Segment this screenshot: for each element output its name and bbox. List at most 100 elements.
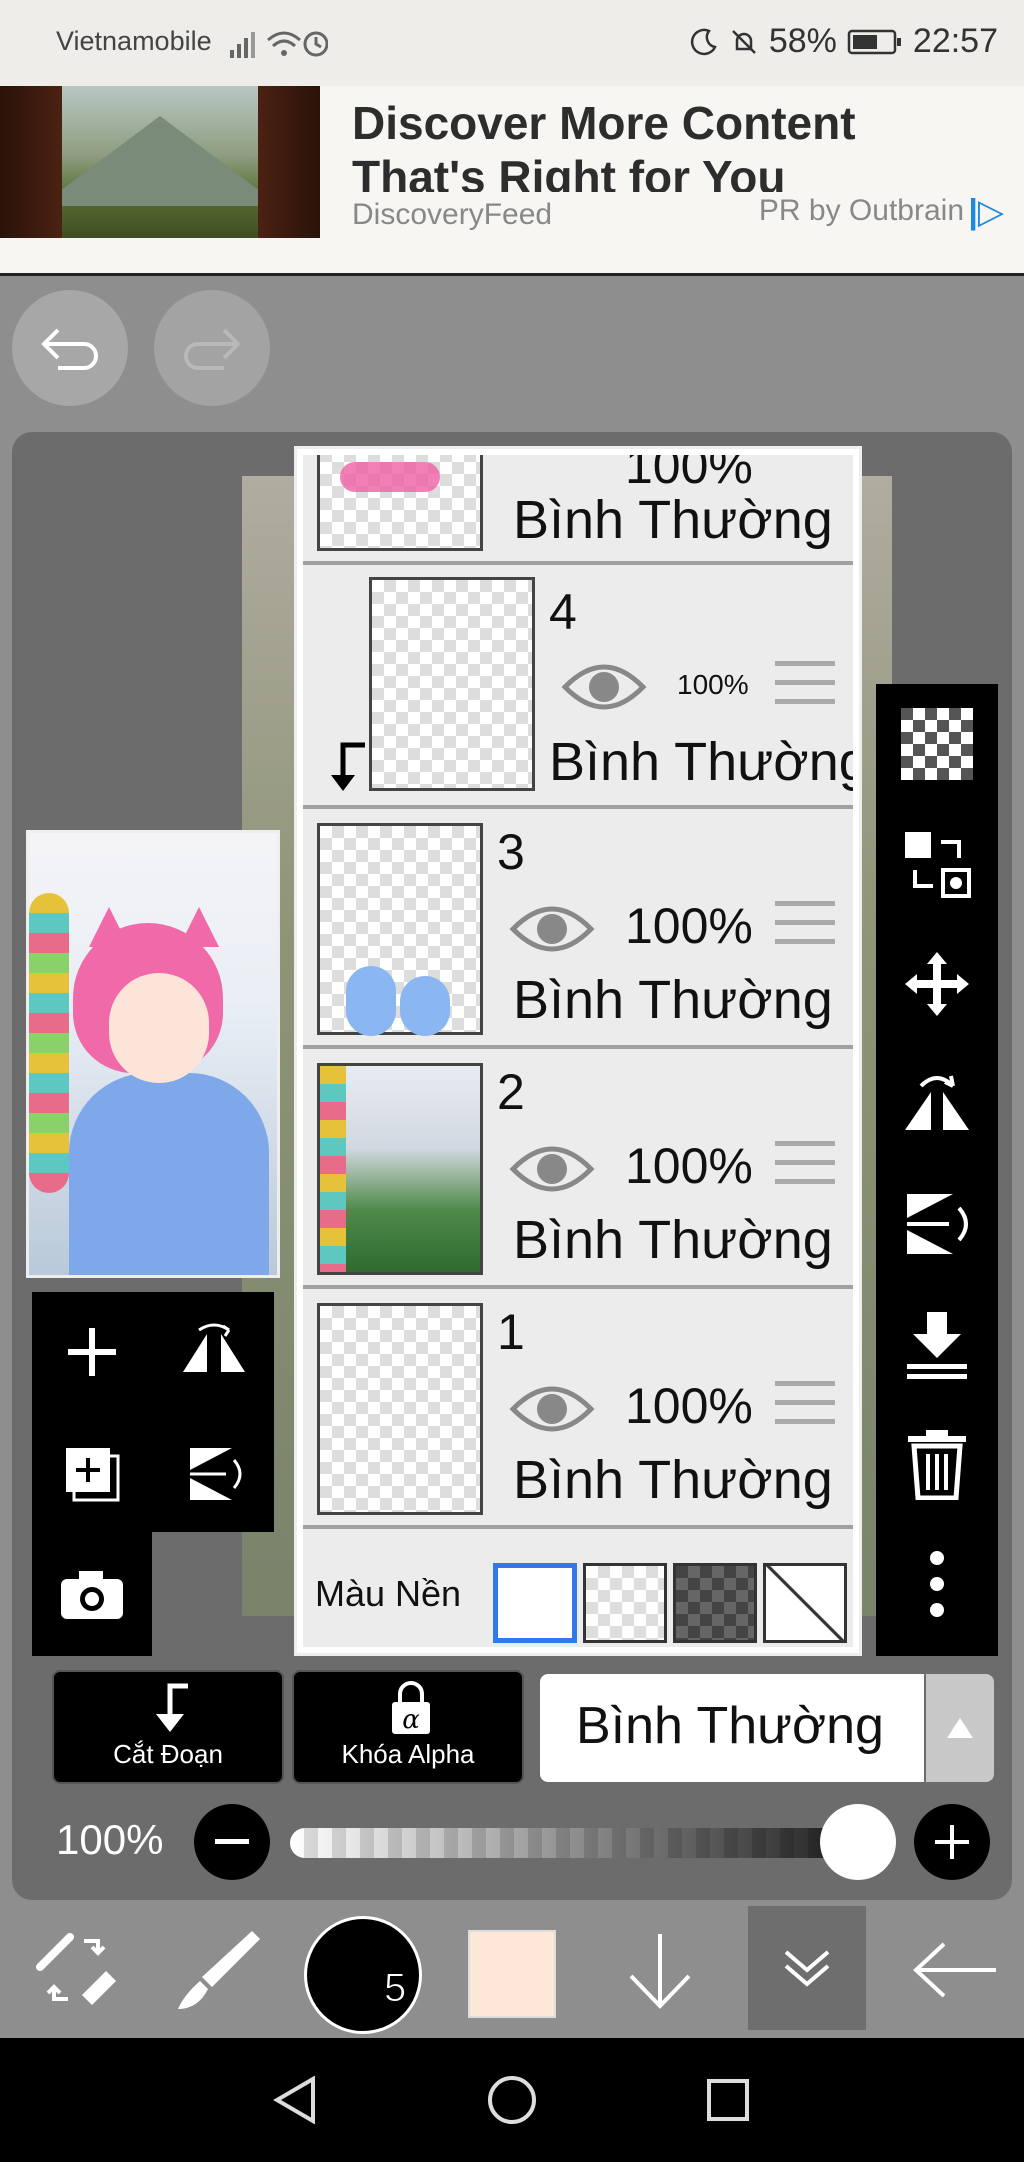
opacity-decrease-button[interactable] — [194, 1804, 270, 1880]
layer-drag-handle[interactable] — [775, 901, 835, 958]
brush-tool-button[interactable] — [164, 1902, 274, 2038]
more-options-button[interactable] — [876, 1524, 998, 1644]
clipping-arrow-icon — [331, 742, 365, 791]
layer-blend-mode[interactable]: Bình Thường — [513, 969, 833, 1031]
arrow-left-icon — [913, 1942, 996, 1998]
layer-drag-handle[interactable] — [775, 1141, 835, 1198]
undo-button[interactable] — [12, 290, 128, 406]
trash-icon — [908, 1430, 966, 1500]
flip-horizontal-icon — [905, 1075, 969, 1130]
camera-button[interactable] — [32, 1532, 152, 1656]
nav-back-button[interactable] — [236, 2038, 356, 2162]
flip-horizontal-button[interactable] — [876, 1044, 998, 1164]
battery-icon — [847, 29, 901, 54]
background-none-option[interactable] — [763, 1563, 847, 1643]
triangle-up-icon — [947, 1718, 973, 1738]
merge-down-icon — [907, 1312, 967, 1379]
layer-blend-mode[interactable]: Bình Thường — [513, 489, 833, 551]
status-bar: Vietnamobile 58% 22:57 — [0, 0, 1024, 86]
moon-icon — [690, 28, 717, 55]
canvas-preview[interactable] — [26, 830, 280, 1278]
background-white-option[interactable] — [493, 1563, 577, 1643]
flip-vertical-icon — [190, 1448, 242, 1500]
layer-row[interactable]: 100% Bình Thường — [303, 455, 853, 565]
layer-tool-panel — [32, 1292, 274, 1532]
nav-home-button[interactable] — [452, 2038, 572, 2162]
flip-layer-horizontal-button[interactable] — [154, 1292, 274, 1412]
layer-drag-handle[interactable] — [775, 455, 835, 468]
layer-thumbnail[interactable] — [317, 455, 483, 551]
redo-button[interactable] — [154, 290, 270, 406]
move-button[interactable] — [876, 924, 998, 1044]
blend-mode-dropdown-button[interactable] — [926, 1674, 994, 1782]
arrow-down-icon — [629, 1934, 691, 2009]
outbrain-icon[interactable]: |▷ — [968, 192, 1004, 232]
layer-thumbnail[interactable] — [317, 823, 483, 1036]
merge-down-button[interactable] — [876, 1284, 998, 1404]
ad-image[interactable] — [0, 86, 320, 238]
blend-mode-select[interactable]: Bình Thường — [540, 1674, 924, 1782]
ad-sponsor[interactable]: PR by Outbrain — [759, 194, 964, 228]
select-tool-button[interactable] — [20, 1902, 130, 2038]
color-picker-button[interactable] — [468, 1930, 556, 2018]
layer-opacity[interactable]: 100% — [625, 897, 753, 955]
clipping-label: Cắt Đoạn — [113, 1739, 223, 1769]
transparency-button[interactable] — [876, 684, 998, 804]
camera-icon — [61, 1571, 123, 1619]
layer-blend-mode[interactable]: Bình Thường — [513, 1449, 833, 1511]
ad-banner[interactable]: Discover More Content That's Right for Y… — [0, 86, 1024, 276]
ad-headline[interactable]: Discover More Content That's Right for Y… — [352, 96, 992, 192]
right-toolbar — [876, 684, 998, 1656]
brush-icon — [178, 1931, 260, 2009]
layer-row-1[interactable]: 1 100% Bình Thường — [303, 1289, 853, 1529]
layer-thumbnail[interactable] — [317, 1303, 483, 1515]
system-nav-bar — [0, 2038, 1024, 2162]
back-button[interactable] — [900, 1902, 1010, 2038]
alpha-lock-button[interactable]: α Khóa Alpha — [292, 1670, 524, 1784]
layers-panel-tab[interactable] — [748, 1906, 866, 2030]
clipping-button[interactable]: Cắt Đoạn — [52, 1670, 284, 1784]
layer-down-button[interactable] — [610, 1902, 710, 2038]
undo-icon — [41, 328, 98, 370]
visibility-eye-icon[interactable] — [509, 1379, 595, 1439]
layer-row-2[interactable]: 2 100% Bình Thường — [303, 1049, 853, 1289]
visibility-eye-icon[interactable] — [509, 899, 595, 959]
balloon-decoration — [29, 893, 69, 1193]
opacity-slider-handle[interactable] — [820, 1804, 896, 1880]
plus-icon — [935, 1825, 969, 1859]
layer-opacity[interactable]: 100% — [625, 1137, 753, 1195]
alpha-lock-label: Khóa Alpha — [341, 1739, 475, 1769]
visibility-eye-icon[interactable] — [561, 657, 647, 717]
duplicate-layer-button[interactable] — [32, 1414, 152, 1534]
add-layer-button[interactable] — [32, 1292, 152, 1412]
mute-notification-icon — [731, 29, 756, 54]
flip-vertical-button[interactable] — [876, 1164, 998, 1284]
delete-layer-button[interactable] — [876, 1404, 998, 1524]
layer-drag-handle[interactable] — [775, 661, 835, 718]
carrier-name: Vietnamobile — [56, 26, 212, 56]
layer-thumbnail[interactable] — [317, 1063, 483, 1275]
flip-horizontal-icon — [183, 1323, 245, 1372]
layer-blend-mode[interactable]: Bình Thường — [513, 1209, 833, 1271]
swap-icon — [905, 832, 971, 898]
checkerboard-icon — [901, 708, 973, 780]
layer-number: 4 — [549, 584, 577, 640]
visibility-eye-icon[interactable] — [509, 1139, 595, 1199]
layer-row-3[interactable]: 3 100% Bình Thường — [303, 809, 853, 1049]
minus-icon — [215, 1839, 249, 1844]
opacity-slider[interactable] — [290, 1828, 870, 1858]
background-dark-option[interactable] — [673, 1563, 757, 1643]
flip-layer-vertical-button[interactable] — [154, 1414, 274, 1534]
layer-thumbnail[interactable] — [369, 577, 535, 791]
layer-row-4[interactable]: 4 100% Bình Thường — [303, 569, 853, 809]
layer-panel[interactable]: 100% Bình Thường 4 100% Bình Thường 3 10… — [294, 446, 862, 1656]
background-transparent-option[interactable] — [583, 1563, 667, 1643]
layer-opacity[interactable]: 100% — [677, 669, 749, 701]
layer-opacity[interactable]: 100% — [625, 1377, 753, 1435]
move-icon — [905, 952, 969, 1016]
opacity-increase-button[interactable] — [914, 1804, 990, 1880]
layer-blend-mode[interactable]: Bình Thường — [549, 731, 853, 793]
swap-layer-button[interactable] — [876, 804, 998, 924]
layer-drag-handle[interactable] — [775, 1381, 835, 1438]
nav-recents-button[interactable] — [668, 2038, 788, 2162]
